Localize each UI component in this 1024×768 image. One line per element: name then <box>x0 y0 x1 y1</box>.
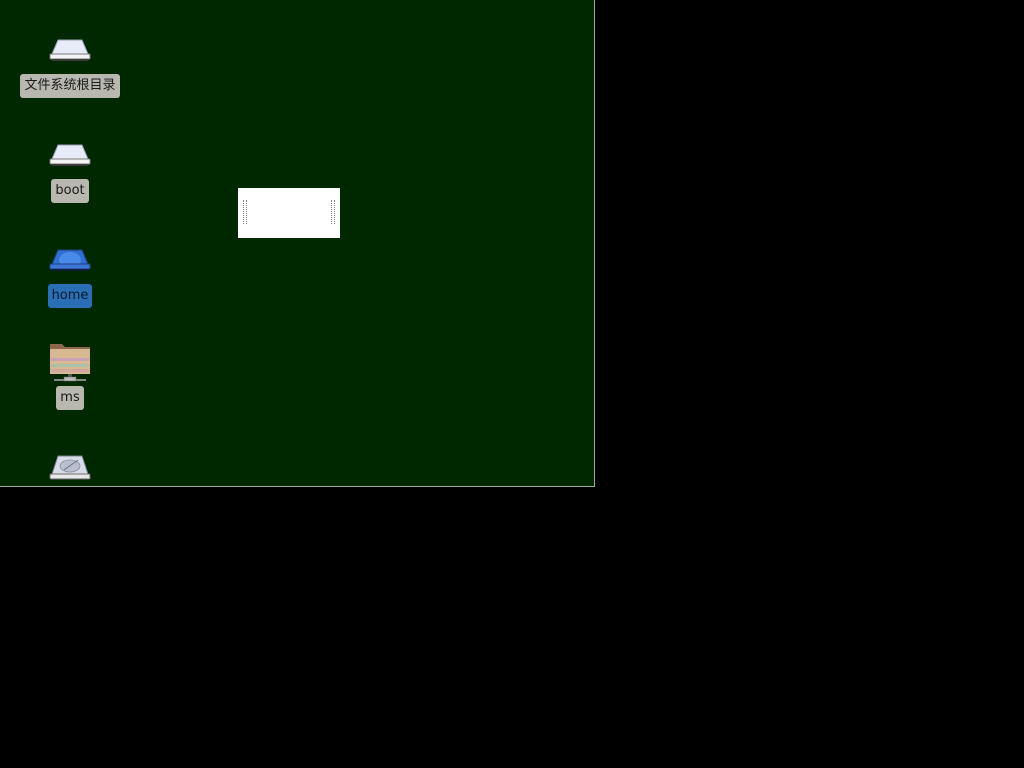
desktop-icon-label: 文件系统根目录 <box>20 74 120 98</box>
drive-icon <box>49 39 91 61</box>
desktop-icon-label: boot <box>51 179 89 203</box>
desktop-icon-label: ms <box>56 386 84 410</box>
resize-grip-right[interactable] <box>331 200 335 224</box>
resize-grip-left[interactable] <box>243 200 247 224</box>
desktop-icon-label: home <box>47 284 93 308</box>
desktop-icon-home[interactable]: home <box>0 234 140 308</box>
desktop-icon-disk[interactable] <box>0 442 140 486</box>
desktop-icon-boot[interactable]: boot <box>0 129 140 203</box>
desktop-icon-ms[interactable]: ms <box>0 336 140 410</box>
drive-icon <box>49 144 91 166</box>
desktop-area[interactable]: 文件系统根目录 boot home ms <box>0 0 595 487</box>
drive-icon <box>49 249 91 271</box>
desktop-icon-root-filesystem[interactable]: 文件系统根目录 <box>0 24 140 98</box>
screen: 文件系统根目录 boot home ms <box>0 0 1024 768</box>
hard-disk-icon <box>49 455 91 480</box>
empty-popup-window[interactable] <box>238 188 340 244</box>
network-folder-icon <box>50 344 90 382</box>
window-shadow <box>242 232 338 244</box>
